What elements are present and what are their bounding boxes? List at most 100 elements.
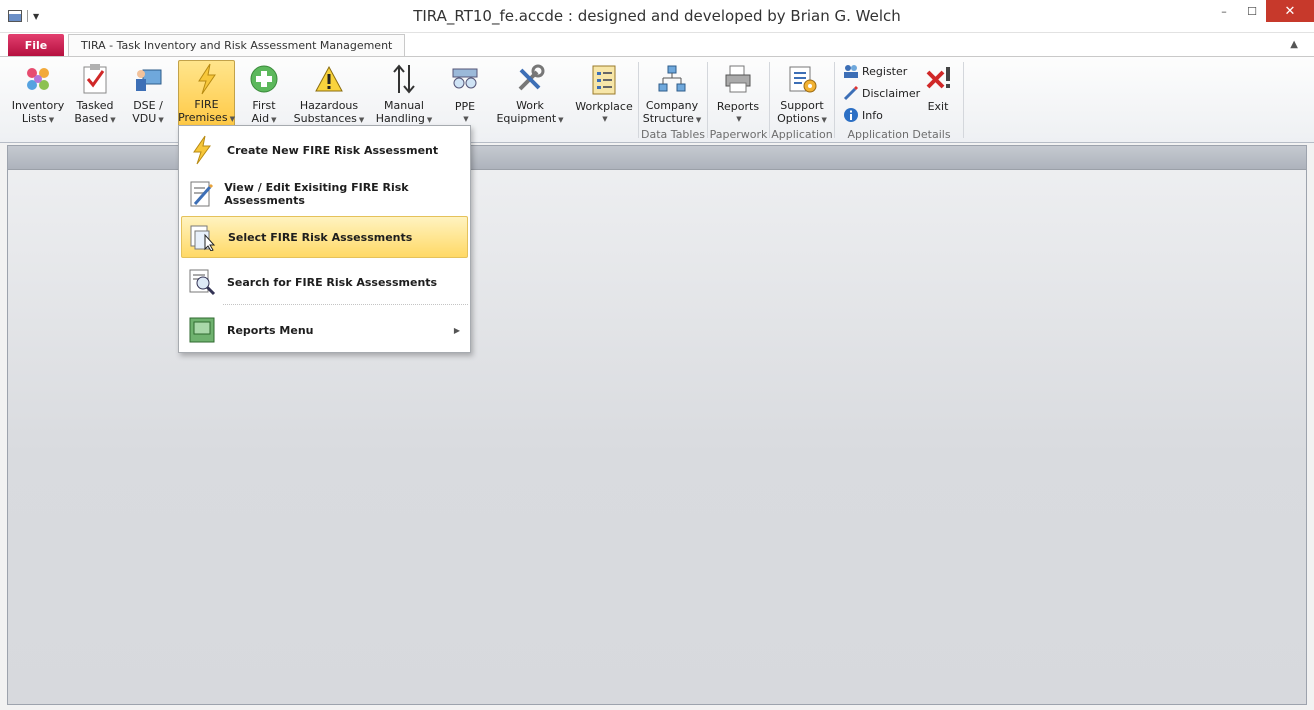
- workplace-label-1: Workplace: [575, 100, 633, 113]
- up-down-arrows-icon: [387, 60, 421, 97]
- menu-item-label: Select FIRE Risk Assessments: [228, 230, 413, 244]
- checklist-icon: [78, 60, 112, 97]
- chevron-down-icon: ▼: [821, 116, 827, 124]
- settings-list-icon: [785, 60, 819, 97]
- menu-item-label: Create New FIRE Risk Assessment: [227, 143, 439, 157]
- clipboard-list-icon: [587, 60, 621, 98]
- manual-handling-button[interactable]: Manual Handling ▼: [373, 60, 435, 127]
- ribbon-collapse-icon[interactable]: ▲: [1290, 39, 1298, 50]
- pen-icon: [843, 85, 859, 101]
- notebook-icon: [187, 315, 217, 345]
- manual-handling-label-2: Handling: [375, 112, 425, 125]
- hazardous-substances-button[interactable]: Hazardous Substances ▼: [292, 60, 366, 127]
- group-label-paperwork: Paperwork: [709, 128, 768, 141]
- lightning-icon: [187, 135, 217, 165]
- tasked-based-button[interactable]: Tasked Based ▼: [72, 60, 118, 127]
- disclaimer-button[interactable]: Disclaimer: [843, 83, 920, 103]
- edit-document-icon: [187, 179, 214, 209]
- menu-item-reports-menu[interactable]: Reports Menu ▶: [181, 309, 468, 351]
- title-bar: ▼ TIRA_RT10_fe.accde : designed and deve…: [0, 0, 1314, 33]
- fire-premises-label-2: Premises: [178, 111, 228, 124]
- search-icon: [187, 267, 217, 297]
- menu-item-select-fire-assessments[interactable]: Select FIRE Risk Assessments: [181, 216, 468, 258]
- inventory-icon: [21, 60, 55, 97]
- register-label: Register: [862, 64, 908, 78]
- menu-item-create-fire-assessment[interactable]: Create New FIRE Risk Assessment: [181, 129, 468, 171]
- file-tab[interactable]: File: [8, 34, 64, 56]
- info-button[interactable]: Info: [843, 105, 883, 125]
- window-controls: – ☐ ✕: [1210, 0, 1314, 22]
- work-equipment-button[interactable]: Work Equipment ▼: [494, 60, 566, 127]
- disclaimer-label: Disclaimer: [862, 86, 921, 100]
- chevron-down-icon: ▼: [558, 116, 564, 124]
- first-aid-label-1: First: [252, 99, 276, 112]
- select-document-icon: [188, 222, 218, 252]
- close-button[interactable]: ✕: [1266, 0, 1314, 22]
- minimize-button[interactable]: –: [1210, 0, 1238, 22]
- support-options-button[interactable]: Support Options ▼: [774, 60, 830, 127]
- tools-icon: [513, 60, 547, 97]
- group-separator: [638, 62, 639, 138]
- ppe-button[interactable]: PPE ▼: [446, 60, 484, 127]
- workplace-button[interactable]: Workplace ▼: [574, 60, 634, 127]
- inventory-lists-label-2: Lists: [21, 112, 47, 125]
- chevron-down-icon: ▼: [695, 116, 702, 124]
- chevron-down-icon: ▼: [426, 116, 433, 124]
- group-label-application: Application: [771, 128, 833, 141]
- goggles-icon: [448, 60, 482, 98]
- menu-separator: [223, 304, 468, 305]
- lightning-icon: [190, 61, 224, 96]
- inventory-lists-label-1: Inventory: [11, 99, 65, 112]
- group-separator: [963, 62, 964, 138]
- exit-label: Exit: [927, 100, 949, 113]
- company-structure-label-1: Company: [645, 99, 699, 112]
- window-title: TIRA_RT10_fe.accde : designed and develo…: [413, 7, 901, 25]
- warning-icon: [312, 60, 346, 97]
- first-aid-button[interactable]: First Aid ▼: [243, 60, 285, 127]
- dse-vdu-label-1: DSE /: [133, 99, 163, 112]
- org-chart-icon: [655, 60, 689, 97]
- support-options-label-2: Options: [777, 112, 820, 125]
- chevron-down-icon: ▼: [229, 115, 235, 123]
- chevron-down-icon: ▼: [736, 115, 742, 123]
- submenu-arrow-icon: ▶: [453, 325, 460, 335]
- menu-item-label: View / Edit Exisiting FIRE Risk Assessme…: [224, 181, 409, 207]
- info-label: Info: [862, 108, 883, 122]
- dse-vdu-label-2: VDU: [132, 112, 157, 125]
- company-structure-label-2: Structure: [642, 112, 694, 125]
- reports-button[interactable]: Reports ▼: [713, 60, 763, 127]
- support-options-label-1: Support: [780, 99, 824, 112]
- chevron-down-icon: ▼: [48, 116, 55, 124]
- menu-item-view-edit-fire-assessments[interactable]: View / Edit Exisiting FIRE Risk Assessme…: [181, 173, 468, 215]
- group-separator: [707, 62, 708, 138]
- fire-premises-button[interactable]: FIRE Premises ▼: [178, 60, 235, 127]
- plus-circle-icon: [247, 60, 281, 97]
- register-button[interactable]: Register: [843, 61, 907, 81]
- exit-button[interactable]: Exit: [921, 60, 955, 127]
- hazardous-substances-label-1: Hazardous: [299, 99, 359, 112]
- group-label-data-tables: Data Tables: [641, 128, 705, 141]
- info-icon: [843, 107, 859, 123]
- menu-item-search-fire-assessments[interactable]: Search for FIRE Risk Assessments: [181, 261, 468, 303]
- company-structure-button[interactable]: Company Structure ▼: [642, 60, 702, 127]
- chevron-down-icon: ▼: [602, 115, 608, 123]
- chevron-down-icon: ▼: [358, 116, 365, 124]
- work-equipment-label-2: Equipment: [496, 112, 557, 125]
- dse-vdu-button[interactable]: DSE / VDU ▼: [126, 60, 170, 127]
- maximize-button[interactable]: ☐: [1238, 0, 1266, 22]
- group-separator: [769, 62, 770, 138]
- fire-premises-menu: Create New FIRE Risk Assessment View / E…: [178, 125, 471, 353]
- group-separator: [834, 62, 835, 138]
- reports-label-1: Reports: [716, 100, 760, 113]
- ribbon-tabs: File TIRA - Task Inventory and Risk Asse…: [0, 33, 1314, 58]
- manual-handling-label-1: Manual: [384, 99, 424, 112]
- inventory-lists-button[interactable]: Inventory Lists ▼: [8, 60, 68, 127]
- work-equipment-label-1: Work: [516, 99, 544, 112]
- exit-icon: [921, 60, 955, 98]
- tasked-based-label-2: Based: [74, 112, 109, 125]
- tasked-based-label-1: Tasked: [76, 99, 114, 112]
- hazardous-substances-label-2: Substances: [293, 112, 357, 125]
- menu-item-label: Reports Menu: [227, 323, 314, 337]
- computer-user-icon: [131, 60, 165, 97]
- tab-tira[interactable]: TIRA - Task Inventory and Risk Assessmen…: [68, 34, 406, 58]
